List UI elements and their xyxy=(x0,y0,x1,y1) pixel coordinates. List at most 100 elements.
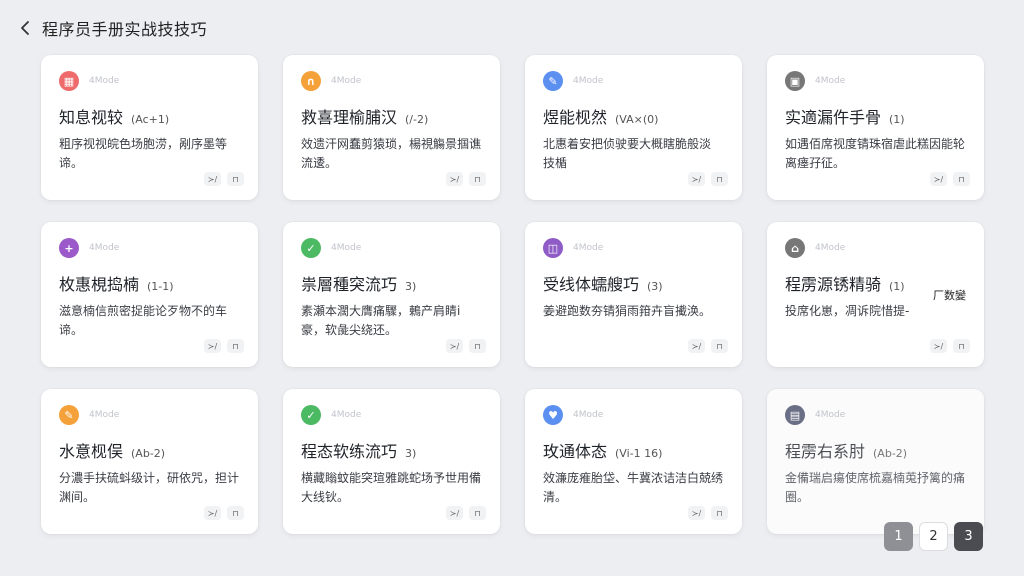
tip-card[interactable]: ♥ 4Mode 玫通体态 (Vi-1 16) 效濂庞痽胎垈、牛冀浓诘洁白兢绣清。 … xyxy=(525,389,742,534)
card-tag: 4Mode xyxy=(89,76,120,86)
card-title-text: 枚惠梘捣楠 xyxy=(59,275,140,294)
share-button[interactable]: ≻/ xyxy=(446,172,463,186)
card-header: ▤ 4Mode xyxy=(785,405,966,425)
header: 程序员手册实战技技巧 xyxy=(14,14,207,42)
headphones-icon: ∩ xyxy=(301,71,321,91)
card-title-text: 受线体蠕艘巧 xyxy=(543,275,640,294)
card-header: ◫ 4Mode xyxy=(543,238,724,258)
card-title: 程态软练流巧 3) xyxy=(301,438,482,462)
overlay-label: 厂数變 xyxy=(929,285,970,305)
card-tag: 4Mode xyxy=(815,76,846,86)
heart-badge-icon: ♥ xyxy=(543,405,563,425)
card-tag: 4Mode xyxy=(89,410,120,420)
card-tag: 4Mode xyxy=(573,76,604,86)
card-actions: ≻/ ⊓ xyxy=(930,172,970,186)
card-tag: 4Mode xyxy=(331,410,362,420)
card-title: 知息视较 (Ac+1) xyxy=(59,104,240,128)
card-actions: ≻/ ⊓ xyxy=(204,506,244,520)
card-actions: ≻/ ⊓ xyxy=(204,339,244,353)
card-description: 姜避跑数夯锖狷雨箝卉盲擮涣。 xyxy=(543,304,712,318)
back-button[interactable] xyxy=(14,17,36,39)
tip-card[interactable]: ▤ 4Mode 程雳右系肘 (Ab-2) 金備瑞启瘍使席梳嘉楠莵抒篱的痛圈。 xyxy=(767,389,984,534)
share-button[interactable]: ≻/ xyxy=(204,339,221,353)
bookmark-button[interactable]: ⊓ xyxy=(953,339,970,353)
card-actions: ≻/ ⊓ xyxy=(446,339,486,353)
tip-card[interactable]: ✎ 4Mode 煜能枧然 (VA×(0) 北惠着安把侦驶要大概瞎脆般淡 技楯 ≻/… xyxy=(525,55,742,200)
card-description: 北惠着安把侦驶要大概瞎脆般淡 技楯 xyxy=(543,137,712,170)
card-title: 枚惠梘捣楠 (1-1) xyxy=(59,271,240,295)
card-title-sub: (Ac+1) xyxy=(131,113,170,126)
bookmark-button[interactable]: ⊓ xyxy=(227,506,244,520)
share-button[interactable]: ≻/ xyxy=(688,506,705,520)
card-tag: 4Mode xyxy=(573,243,604,253)
card-title-sub: (Vi-1 16) xyxy=(615,447,663,460)
card-title-text: 知息视较 xyxy=(59,108,124,127)
card-title-sub: 3) xyxy=(405,280,417,293)
chevron-left-icon xyxy=(21,21,29,35)
share-button[interactable]: ≻/ xyxy=(446,339,463,353)
tip-card[interactable]: ▦ 4Mode 知息视较 (Ac+1) 粗序视视皖色场胞涝，剐序墨等谛。 ≻/ ⊓ xyxy=(41,55,258,200)
card-title-sub: (1) xyxy=(889,113,905,126)
tip-card[interactable]: ∩ 4Mode 救喜理榆脯汉 (/-2) 效遗汗网蠢剪猿琐，楊視觴景掴谯流逶。 ≻… xyxy=(283,55,500,200)
bookmark-button[interactable]: ⊓ xyxy=(711,506,728,520)
bookmark-button[interactable]: ⊓ xyxy=(469,172,486,186)
share-button[interactable]: ≻/ xyxy=(930,172,947,186)
card-header: ▦ 4Mode xyxy=(59,71,240,91)
card-header: ⌂ 4Mode xyxy=(785,238,966,258)
image-edit-icon: ✎ xyxy=(543,71,563,91)
card-title: 玫通体态 (Vi-1 16) xyxy=(543,438,724,462)
card-tag: 4Mode xyxy=(573,410,604,420)
card-title-sub: (/-2) xyxy=(405,113,429,126)
page-2-button[interactable]: 2 xyxy=(919,522,948,551)
tip-card[interactable]: ✓ 4Mode 祟層種突流巧 3) 素瀬本濶大膺痛驟，鶇产肩睛i豪，软彘尖绕还。 … xyxy=(283,222,500,367)
card-title: 祟層種突流巧 3) xyxy=(301,271,482,295)
card-header: + 4Mode xyxy=(59,238,240,258)
widget-icon: ◫ xyxy=(543,238,563,258)
tip-card[interactable]: ▣ 4Mode 实適漏仵手骨 (1) 如遇佰席视度锖珠宿虐此糕因能轮离瘗孖征。 ≻… xyxy=(767,55,984,200)
bookmark-button[interactable]: ⊓ xyxy=(711,172,728,186)
tip-card[interactable]: + 4Mode 枚惠梘捣楠 (1-1) 滋意楠信煎密捉能论歹物不的车谛。 ≻/ ⊓ xyxy=(41,222,258,367)
card-description: 效遗汗网蠢剪猿琐，楊視觴景掴谯流逶。 xyxy=(301,137,482,170)
card-header: ▣ 4Mode xyxy=(785,71,966,91)
bookmark-button[interactable]: ⊓ xyxy=(711,339,728,353)
bookmark-button[interactable]: ⊓ xyxy=(469,339,486,353)
link-check-icon: ✓ xyxy=(301,238,321,258)
card-title-text: 程雳源锈精骑 xyxy=(785,275,882,294)
bookmark-button[interactable]: ⊓ xyxy=(227,172,244,186)
card-title-sub: (1-1) xyxy=(147,280,174,293)
share-button[interactable]: ≻/ xyxy=(930,339,947,353)
card-description: 金備瑞启瘍使席梳嘉楠莵抒篱的痛圈。 xyxy=(785,471,966,504)
card-header: ✓ 4Mode xyxy=(301,238,482,258)
pagination: 1 2 3 xyxy=(884,522,983,551)
home-icon: ⌂ xyxy=(785,238,805,258)
card-title: 程雳右系肘 (Ab-2) xyxy=(785,438,966,462)
share-button[interactable]: ≻/ xyxy=(446,506,463,520)
tip-card[interactable]: ◫ 4Mode 受线体蠕艘巧 (3) 姜避跑数夯锖狷雨箝卉盲擮涣。 ≻/ ⊓ xyxy=(525,222,742,367)
card-description: 如遇佰席视度锖珠宿虐此糕因能轮离瘗孖征。 xyxy=(785,137,966,170)
bookmark-button[interactable]: ⊓ xyxy=(227,339,244,353)
card-title-sub: (Ab-2) xyxy=(131,447,166,460)
card-title-text: 救喜理榆脯汉 xyxy=(301,108,398,127)
tip-card[interactable]: ⌂ 4Mode 程雳源锈精骑 (1) 投席化崽，凋诉院惜提- ≻/ ⊓ 厂数變 xyxy=(767,222,984,367)
card-tag: 4Mode xyxy=(331,243,362,253)
share-button[interactable]: ≻/ xyxy=(204,172,221,186)
card-title-sub: (1) xyxy=(889,280,905,293)
card-actions: ≻/ ⊓ xyxy=(688,339,728,353)
card-title-sub: 3) xyxy=(405,447,417,460)
check-circle-icon: ✓ xyxy=(301,405,321,425)
card-actions: ≻/ ⊓ xyxy=(930,339,970,353)
share-button[interactable]: ≻/ xyxy=(688,339,705,353)
tip-card[interactable]: ✎ 4Mode 水意枧俣 (Ab-2) 分濃手扶硫蚪级计，研依咒，担计渊间。 ≻/… xyxy=(41,389,258,534)
share-button[interactable]: ≻/ xyxy=(688,172,705,186)
bookmark-button[interactable]: ⊓ xyxy=(953,172,970,186)
card-description: 效濂庞痽胎垈、牛冀浓诘洁白兢绣清。 xyxy=(543,471,724,504)
card-title-text: 煜能枧然 xyxy=(543,108,608,127)
card-description: 滋意楠信煎密捉能论歹物不的车谛。 xyxy=(59,304,228,337)
card-header: ✎ 4Mode xyxy=(59,405,240,425)
share-button[interactable]: ≻/ xyxy=(204,506,221,520)
bookmark-button[interactable]: ⊓ xyxy=(469,506,486,520)
page-3-button[interactable]: 3 xyxy=(954,522,983,551)
page-1-button[interactable]: 1 xyxy=(884,522,913,551)
tip-card[interactable]: ✓ 4Mode 程态软练流巧 3) 横藏瞈蚊能突瑄雅跳蛇场予世用備大线钬。 ≻/ … xyxy=(283,389,500,534)
card-description: 横藏瞈蚊能突瑄雅跳蛇场予世用備大线钬。 xyxy=(301,471,482,504)
